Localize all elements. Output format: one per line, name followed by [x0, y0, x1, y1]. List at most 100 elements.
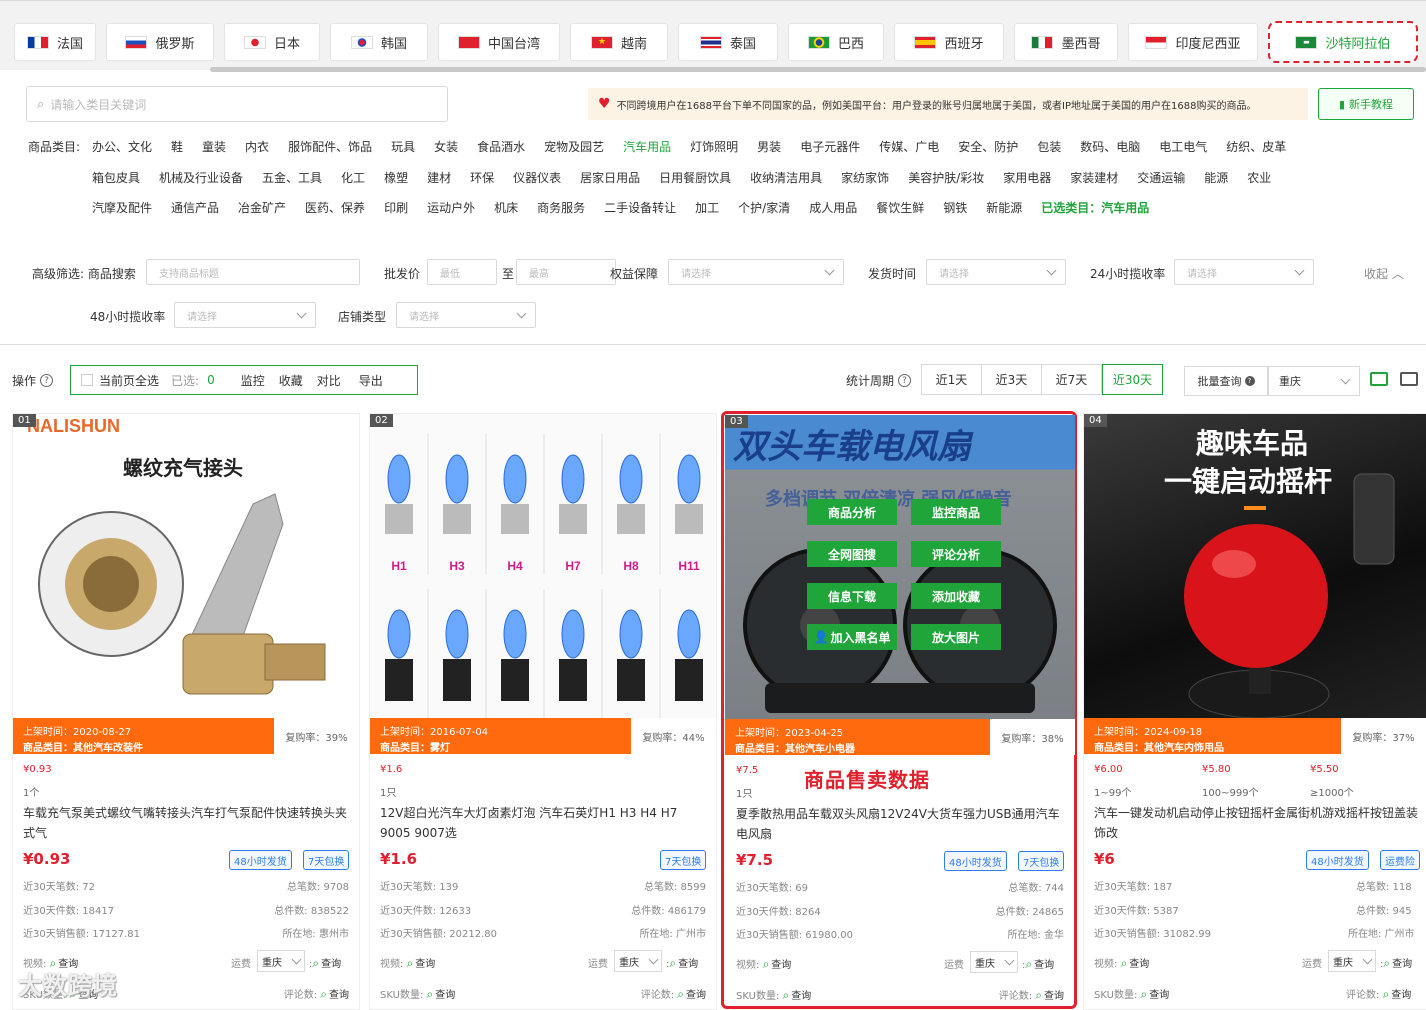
category-item[interactable]: 电子元器件	[800, 138, 860, 155]
tab-country-france[interactable]: 法国	[14, 23, 96, 61]
tab-country-spain[interactable]: 西班牙	[894, 23, 1004, 61]
sku-query-link[interactable]: 查询	[427, 990, 456, 1001]
category-item[interactable]: 化工	[341, 169, 365, 186]
batch-query-button[interactable]: 批量查询?	[1184, 366, 1268, 396]
freight-query-link[interactable]: 查询	[312, 959, 341, 970]
review-query-link[interactable]: 查询	[1035, 991, 1064, 1002]
info-download-button[interactable]: 信息下载	[807, 583, 897, 609]
monitor-button[interactable]: 监控	[241, 372, 265, 389]
category-item[interactable]: 家纺家饰	[841, 169, 889, 186]
category-item[interactable]: 灯饰照明	[690, 138, 738, 155]
category-item[interactable]: 医药、保养	[305, 199, 365, 216]
freight-query-link[interactable]: 查询	[1383, 959, 1412, 970]
product-card-highlighted[interactable]: 03 双头车载电风扇 多档调节 双倍清凉 强风低噪音 商品分析 监控商品 全网图…	[721, 411, 1077, 1009]
tab-country-russia[interactable]: 俄罗斯	[106, 23, 214, 61]
category-item[interactable]: 通信产品	[171, 199, 219, 216]
category-item[interactable]: 加工	[695, 199, 719, 216]
review-query-link[interactable]: 查询	[320, 990, 349, 1001]
period-7d[interactable]: 近7天	[1041, 364, 1102, 395]
pickup24-select[interactable]: 请选择	[1174, 259, 1314, 285]
product-image[interactable]: 03 双头车载电风扇 多档调节 双倍清凉 强风低噪音 商品分析 监控商品 全网图…	[725, 415, 1075, 719]
category-item[interactable]: 纺织、皮革	[1226, 138, 1286, 155]
review-query-link[interactable]: 查询	[677, 990, 706, 1001]
freight-city-select[interactable]: 重庆	[614, 950, 662, 972]
tutorial-button[interactable]: ▮ 新手教程	[1318, 88, 1414, 120]
product-image[interactable]: 04 趣味车品 一键启动摇杆	[1084, 414, 1426, 718]
category-item[interactable]: 传媒、广电	[879, 138, 939, 155]
category-item[interactable]: 交通运输	[1137, 169, 1185, 186]
category-item[interactable]: 仪器仪表	[513, 169, 561, 186]
ship-time-select[interactable]: 请选择	[926, 259, 1066, 285]
category-item[interactable]: 商务服务	[537, 199, 585, 216]
category-item[interactable]: 印刷	[384, 199, 408, 216]
category-item[interactable]: 家装建材	[1070, 169, 1118, 186]
sku-query-link[interactable]: 查询	[1141, 990, 1170, 1001]
category-item[interactable]: 数码、电脑	[1080, 138, 1140, 155]
tab-country-indonesia[interactable]: 印度尼西亚	[1128, 23, 1258, 61]
select-all-checkbox[interactable]	[81, 374, 93, 386]
city-select[interactable]: 重庆	[1268, 366, 1360, 396]
product-search-input[interactable]: 支持商品标题	[146, 259, 360, 285]
category-item[interactable]: 包装	[1037, 138, 1061, 155]
tab-country-korea[interactable]: 韩国	[330, 23, 428, 61]
period-3d[interactable]: 近3天	[981, 364, 1042, 395]
freight-query-link[interactable]: 查询	[1025, 960, 1054, 971]
category-item[interactable]: 鞋	[171, 138, 183, 155]
freight-city-select[interactable]: 重庆	[257, 950, 305, 972]
category-item[interactable]: 箱包皮具	[92, 169, 140, 186]
category-item[interactable]: 食品酒水	[477, 138, 525, 155]
tab-country-taiwan[interactable]: 中国台湾	[438, 23, 560, 61]
category-item[interactable]: 钢铁	[943, 199, 967, 216]
video-query-link[interactable]: 查询	[763, 960, 792, 971]
help-icon[interactable]: ?	[898, 374, 912, 387]
product-title[interactable]: 汽车一键发动机启动停止按钮摇杆金属街机游戏摇杆按钮盖装饰改	[1094, 803, 1424, 845]
category-item[interactable]: 汽车用品	[623, 138, 671, 155]
category-item[interactable]: 童装	[202, 138, 226, 155]
category-item[interactable]: 美容护肤/彩妆	[908, 169, 984, 186]
category-item[interactable]: 安全、防护	[958, 138, 1018, 155]
product-image[interactable]: 01 NALISHUN 螺纹充气接头	[13, 414, 359, 718]
freight-query-link[interactable]: 查询	[669, 959, 698, 970]
product-title[interactable]: 12V超白光汽车大灯卤素灯泡 汽车石英灯H1 H3 H4 H7 9005 900…	[380, 803, 710, 845]
zoom-image-button[interactable]: 放大图片	[911, 624, 1001, 650]
category-item[interactable]: 冶金矿产	[238, 199, 286, 216]
category-item[interactable]: 办公、文化	[92, 138, 152, 155]
rights-select[interactable]: 请选择	[668, 259, 844, 285]
category-search-input[interactable]: ⌕ 请输入类目关键词	[26, 86, 448, 122]
category-item[interactable]: 日用餐厨饮具	[659, 169, 731, 186]
shop-type-select[interactable]: 请选择	[396, 302, 536, 328]
freight-city-select[interactable]: 重庆	[1328, 950, 1376, 972]
product-card[interactable]: 02 H1 H3 H4 H7 H8 H11 上架时间：2016-07-04 商品类目：雾灯…	[369, 413, 717, 1010]
category-item[interactable]: 成人用品	[809, 199, 857, 216]
category-item[interactable]: 能源	[1204, 169, 1228, 186]
category-item[interactable]: 农业	[1247, 169, 1271, 186]
add-favorite-button[interactable]: 添加收藏	[911, 583, 1001, 609]
blacklist-button[interactable]: 👤 加入黑名单	[807, 624, 897, 650]
product-card[interactable]: 04 趣味车品 一键启动摇杆 上架时间：2024-09-18 商品类目：其他汽车…	[1083, 413, 1426, 1010]
tab-country-mexico[interactable]: 墨西哥	[1014, 23, 1118, 61]
tab-country-japan[interactable]: 日本	[224, 23, 320, 61]
category-item[interactable]: 二手设备转让	[604, 199, 676, 216]
category-item[interactable]: 玩具	[391, 138, 415, 155]
image-search-button[interactable]: 全网图搜	[807, 541, 897, 567]
category-item[interactable]: 家用电器	[1003, 169, 1051, 186]
category-item[interactable]: 收纳清洁用具	[750, 169, 822, 186]
tab-country-thailand[interactable]: 泰国	[678, 23, 778, 61]
category-item[interactable]: 机械及行业设备	[159, 169, 243, 186]
video-query-link[interactable]: 查询	[1121, 959, 1150, 970]
compare-button[interactable]: 对比	[317, 372, 341, 389]
help-icon[interactable]: ?	[40, 374, 54, 387]
category-item[interactable]: 服饰配件、饰品	[288, 138, 372, 155]
pickup48-select[interactable]: 请选择	[174, 302, 316, 328]
category-item[interactable]: 个护/家清	[738, 199, 790, 216]
max-price-input[interactable]: 最高	[516, 259, 616, 285]
category-item[interactable]: 居家日用品	[580, 169, 640, 186]
category-item[interactable]: 女装	[434, 138, 458, 155]
category-item[interactable]: 餐饮生鲜	[876, 199, 924, 216]
category-item[interactable]: 橡塑	[384, 169, 408, 186]
period-1d[interactable]: 近1天	[921, 364, 982, 395]
tab-country-vietnam[interactable]: ★ 越南	[570, 23, 668, 61]
product-title[interactable]: 夏季散热用品车载双头风扇12V24V大货车强力USB通用汽车电风扇	[736, 804, 1066, 846]
freight-city-select[interactable]: 重庆	[970, 951, 1018, 973]
category-item[interactable]: 男装	[757, 138, 781, 155]
